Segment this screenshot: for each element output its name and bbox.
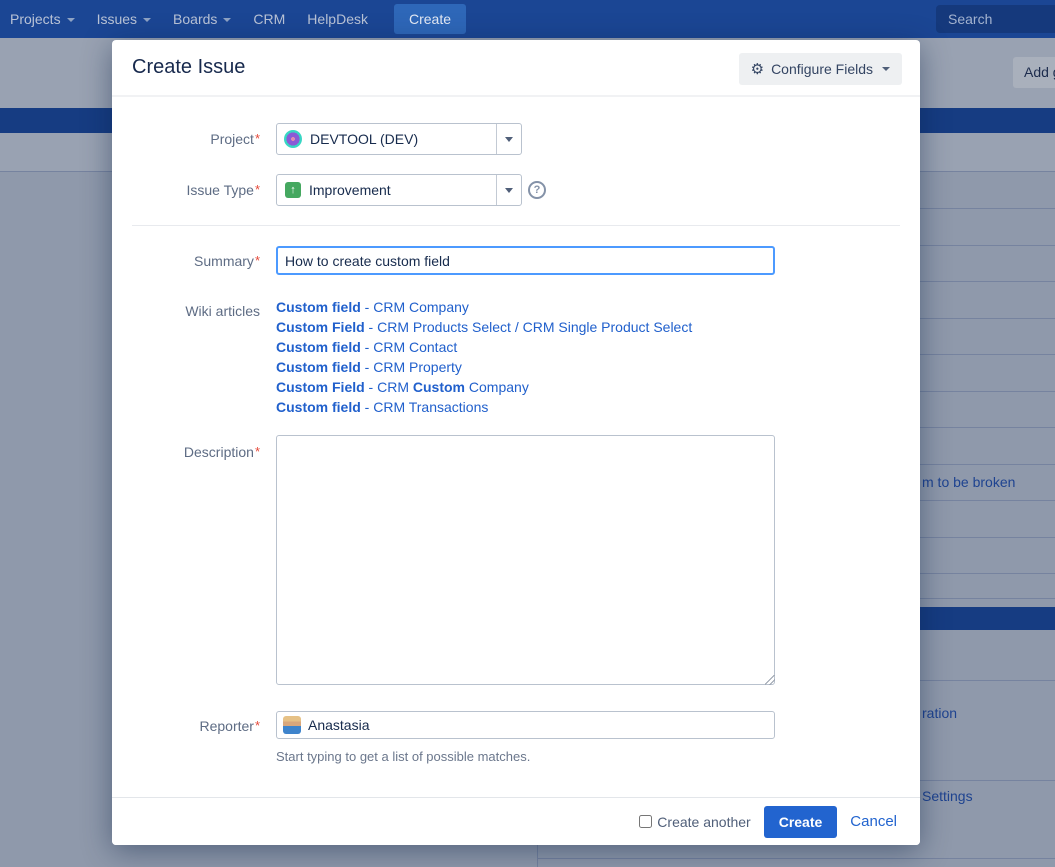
dialog-header: Create Issue ⚙ Configure Fields — [112, 40, 920, 97]
description-textarea[interactable] — [276, 435, 775, 685]
wiki-articles-list: Custom field - CRM Company Custom Field … — [276, 297, 692, 417]
required-marker: * — [255, 253, 260, 268]
required-marker: * — [255, 182, 260, 197]
background-link-settings[interactable]: Settings — [922, 788, 973, 804]
help-icon[interactable]: ? — [528, 181, 546, 199]
textarea-resize-handle[interactable] — [765, 675, 775, 685]
create-issue-dialog: Create Issue ⚙ Configure Fields Project*… — [112, 40, 920, 845]
improvement-icon: ↑ — [285, 182, 301, 198]
dropdown-arrow-button[interactable] — [496, 124, 521, 154]
wiki-article-link[interactable]: Custom field - CRM Transactions — [276, 397, 692, 417]
create-another-label: Create another — [657, 814, 750, 830]
create-another-option[interactable]: Create another — [639, 814, 750, 830]
reporter-value: Anastasia — [308, 717, 369, 733]
chevron-down-icon — [223, 18, 231, 22]
project-select-value: DEVTOOL (DEV) — [310, 131, 418, 147]
nav-menu-label: Issues — [97, 11, 137, 27]
chevron-down-icon — [505, 137, 513, 142]
reporter-label: Reporter* — [112, 718, 260, 734]
wiki-article-link[interactable]: Custom Field - CRM Products Select / CRM… — [276, 317, 692, 337]
gear-icon: ⚙ — [751, 60, 764, 78]
nav-create-button[interactable]: Create — [394, 4, 466, 34]
project-label: Project* — [112, 131, 260, 147]
dialog-body: Project* DEVTOOL (DEV) Issue Type* ↑ Imp… — [112, 99, 920, 797]
nav-menu-label: Boards — [173, 11, 217, 27]
wiki-article-link[interactable]: Custom field - CRM Company — [276, 297, 692, 317]
nav-link-helpdesk[interactable]: HelpDesk — [307, 11, 368, 27]
wiki-articles-label: Wiki articles — [112, 303, 260, 319]
issue-type-select-value: Improvement — [309, 182, 391, 198]
summary-input[interactable] — [276, 246, 775, 275]
create-button[interactable]: Create — [764, 806, 838, 838]
configure-fields-label: Configure Fields — [771, 61, 873, 77]
wiki-article-link[interactable]: Custom field - CRM Contact — [276, 337, 692, 357]
nav-link-crm[interactable]: CRM — [253, 11, 285, 27]
project-select[interactable]: DEVTOOL (DEV) — [276, 123, 522, 155]
create-another-checkbox[interactable] — [639, 815, 652, 828]
chevron-down-icon — [143, 18, 151, 22]
background-row-text: m to be broken — [922, 474, 1015, 490]
issue-type-label: Issue Type* — [112, 182, 260, 198]
background-row-line — [538, 858, 1055, 859]
reporter-hint-text: Start typing to get a list of possible m… — [276, 749, 530, 764]
issue-type-select[interactable]: ↑ Improvement — [276, 174, 522, 206]
chevron-down-icon — [505, 188, 513, 193]
nav-menu-label: Projects — [10, 11, 61, 27]
summary-label: Summary* — [112, 253, 260, 269]
chevron-down-icon — [882, 67, 890, 71]
section-divider — [132, 225, 900, 226]
top-navbar: Projects Issues Boards CRM HelpDesk Crea… — [0, 0, 1055, 38]
dialog-title: Create Issue — [132, 56, 245, 79]
reporter-input[interactable]: Anastasia — [276, 711, 775, 739]
reporter-avatar — [283, 716, 301, 734]
search-input[interactable] — [936, 5, 1055, 33]
nav-menu-boards[interactable]: Boards — [173, 11, 231, 27]
cancel-link[interactable]: Cancel — [850, 813, 897, 830]
wiki-article-link[interactable]: Custom Field - CRM Custom Company — [276, 377, 692, 397]
background-link-ration[interactable]: ration — [922, 705, 957, 721]
chevron-down-icon — [67, 18, 75, 22]
nav-menu-projects[interactable]: Projects — [10, 11, 75, 27]
nav-link-label: HelpDesk — [307, 11, 368, 27]
dropdown-arrow-button[interactable] — [496, 175, 521, 205]
description-label: Description* — [112, 444, 260, 460]
dialog-footer: Create another Create Cancel — [112, 797, 920, 845]
nav-link-label: CRM — [253, 11, 285, 27]
required-marker: * — [255, 444, 260, 459]
nav-menu-issues[interactable]: Issues — [97, 11, 151, 27]
configure-fields-button[interactable]: ⚙ Configure Fields — [739, 53, 902, 85]
wiki-article-link[interactable]: Custom field - CRM Property — [276, 357, 692, 377]
project-avatar-icon — [284, 130, 302, 148]
required-marker: * — [255, 718, 260, 733]
add-gadget-button[interactable]: Add g — [1013, 57, 1055, 88]
required-marker: * — [255, 131, 260, 146]
